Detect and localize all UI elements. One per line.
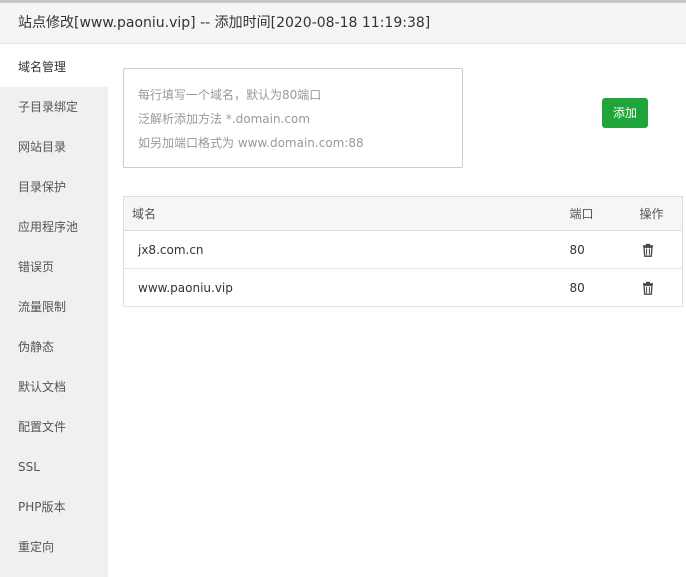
domain-textarea[interactable]: 每行填写一个域名，默认为80端口 泛解析添加方法 *.domain.com 如另…	[123, 68, 463, 168]
sidebar-item-traffic-limit[interactable]: 流量限制	[0, 287, 108, 327]
site-edit-window: 站点修改[www.paoniu.vip] -- 添加时间[2020-08-18 …	[0, 0, 686, 577]
placeholder-line: 泛解析添加方法 *.domain.com	[138, 112, 311, 126]
column-header-port: 端口	[561, 196, 632, 231]
column-header-domain: 域名	[123, 196, 562, 231]
placeholder-line: 每行填写一个域名，默认为80端口	[138, 88, 322, 102]
placeholder-line: 如另加端口格式为 www.domain.com:88	[138, 136, 364, 150]
table-row: www.paoniu.vip 80	[123, 268, 683, 307]
sidebar-item-site-directory[interactable]: 网站目录	[0, 127, 108, 167]
sidebar-item-error-page[interactable]: 错误页	[0, 247, 108, 287]
main-panel: 每行填写一个域名，默认为80端口 泛解析添加方法 *.domain.com 如另…	[108, 47, 686, 577]
sidebar-item-default-doc[interactable]: 默认文档	[0, 367, 108, 407]
port-cell: 80	[561, 230, 632, 269]
add-domain-button[interactable]: 添加	[602, 98, 648, 128]
table-row: jx8.com.cn 80	[123, 230, 683, 269]
column-header-operation: 操作	[631, 196, 683, 231]
sidebar-item-domain-management[interactable]: 域名管理	[0, 47, 108, 87]
domain-table: 域名 端口 操作 jx8.com.cn 80 www.paoniu.vip 80	[123, 196, 683, 307]
sidebar-item-redirect[interactable]: 重定向	[0, 527, 108, 567]
table-header-row: 域名 端口 操作	[123, 196, 683, 231]
sidebar-item-subdirectory-binding[interactable]: 子目录绑定	[0, 87, 108, 127]
trash-icon[interactable]	[641, 281, 655, 295]
sidebar-item-ssl[interactable]: SSL	[0, 447, 108, 487]
operation-cell	[631, 230, 683, 269]
sidebar-item-config-file[interactable]: 配置文件	[0, 407, 108, 447]
sidebar-item-rewrite[interactable]: 伪静态	[0, 327, 108, 367]
sidebar-item-php-version[interactable]: PHP版本	[0, 487, 108, 527]
window-title: 站点修改[www.paoniu.vip] -- 添加时间[2020-08-18 …	[0, 3, 686, 44]
trash-icon[interactable]	[641, 243, 655, 257]
port-cell: 80	[561, 268, 632, 307]
domain-cell: www.paoniu.vip	[123, 268, 562, 307]
domain-cell: jx8.com.cn	[123, 230, 562, 269]
sidebar-item-app-pool[interactable]: 应用程序池	[0, 207, 108, 247]
operation-cell	[631, 268, 683, 307]
sidebar: 域名管理 子目录绑定 网站目录 目录保护 应用程序池 错误页 流量限制 伪静态 …	[0, 47, 108, 577]
sidebar-item-directory-protection[interactable]: 目录保护	[0, 167, 108, 207]
